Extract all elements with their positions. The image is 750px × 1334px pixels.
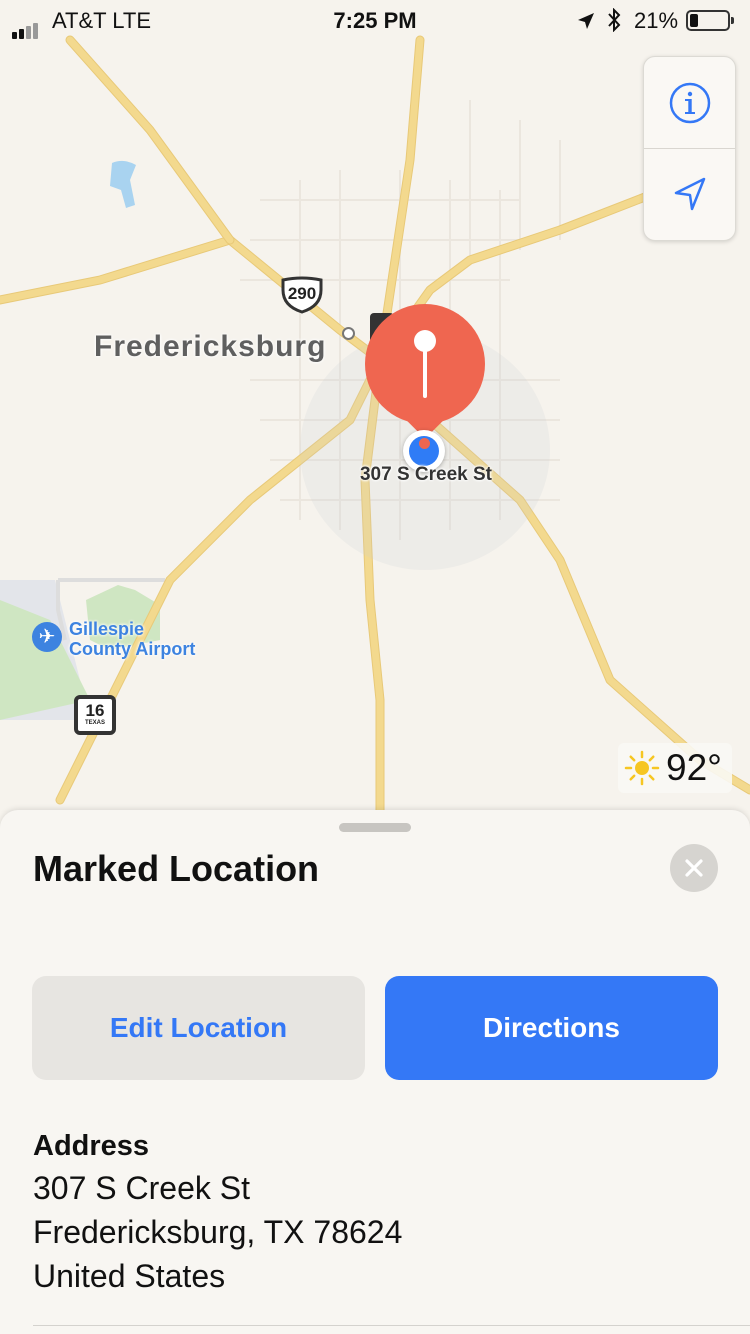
track-location-button[interactable] bbox=[644, 149, 735, 240]
battery-fill bbox=[690, 14, 698, 27]
card-title: Marked Location bbox=[33, 848, 320, 889]
sheet-grabber[interactable] bbox=[339, 823, 411, 832]
address-line-country: United States bbox=[33, 1258, 226, 1294]
map-controls bbox=[643, 56, 736, 241]
address-line-city: Fredericksburg, TX 78624 bbox=[33, 1214, 403, 1250]
us-highway-shield: 290 bbox=[279, 276, 325, 314]
pushpin-needle bbox=[423, 350, 427, 398]
airport-label-line2: County Airport bbox=[69, 639, 196, 659]
directions-button[interactable]: Directions bbox=[385, 976, 718, 1080]
us-highway-number: 290 bbox=[287, 284, 317, 303]
town-label: Fredericksburg bbox=[94, 330, 327, 363]
weather-badge: 92° bbox=[618, 743, 732, 793]
info-icon bbox=[669, 82, 710, 123]
location-arrow-icon bbox=[674, 177, 705, 210]
address-heading: Address bbox=[33, 1130, 150, 1162]
info-button[interactable] bbox=[644, 57, 735, 148]
status-bar: AT&T LTE 7:25 PM 21% bbox=[0, 0, 750, 40]
close-icon bbox=[685, 859, 703, 877]
location-card: Marked Location Edit Location Directions… bbox=[0, 810, 750, 1334]
town-marker-dot bbox=[342, 327, 355, 340]
texas-highway-state: TEXAS bbox=[84, 720, 105, 726]
airport-label-line1: Gillespie bbox=[69, 619, 145, 639]
map-view[interactable]: 290 Fredericksburg ✈ Gillespie County Ai… bbox=[0, 0, 750, 812]
location-arrow-icon bbox=[578, 13, 594, 29]
close-button[interactable] bbox=[670, 844, 718, 892]
pin-point-dot bbox=[419, 438, 430, 449]
battery-nub bbox=[731, 17, 734, 24]
pushpin-icon bbox=[414, 330, 436, 352]
sun-icon bbox=[624, 750, 660, 786]
battery-percent: 21% bbox=[634, 8, 679, 33]
battery-icon bbox=[686, 10, 734, 31]
airport-label[interactable]: Gillespie County Airport bbox=[69, 619, 195, 659]
airplane-icon[interactable]: ✈ bbox=[32, 622, 62, 652]
lake-shape bbox=[110, 160, 136, 208]
edit-location-button[interactable]: Edit Location bbox=[32, 976, 365, 1080]
weather-temperature: 92° bbox=[666, 747, 722, 788]
bluetooth-icon bbox=[608, 8, 621, 32]
pin-address-label: 307 S Creek St bbox=[359, 464, 493, 485]
texas-highway-number: 16 bbox=[85, 701, 105, 720]
address-line-street: 307 S Creek St bbox=[33, 1170, 250, 1206]
texas-highway-shield: 16 TEXAS bbox=[74, 695, 116, 735]
section-divider bbox=[33, 1325, 750, 1326]
